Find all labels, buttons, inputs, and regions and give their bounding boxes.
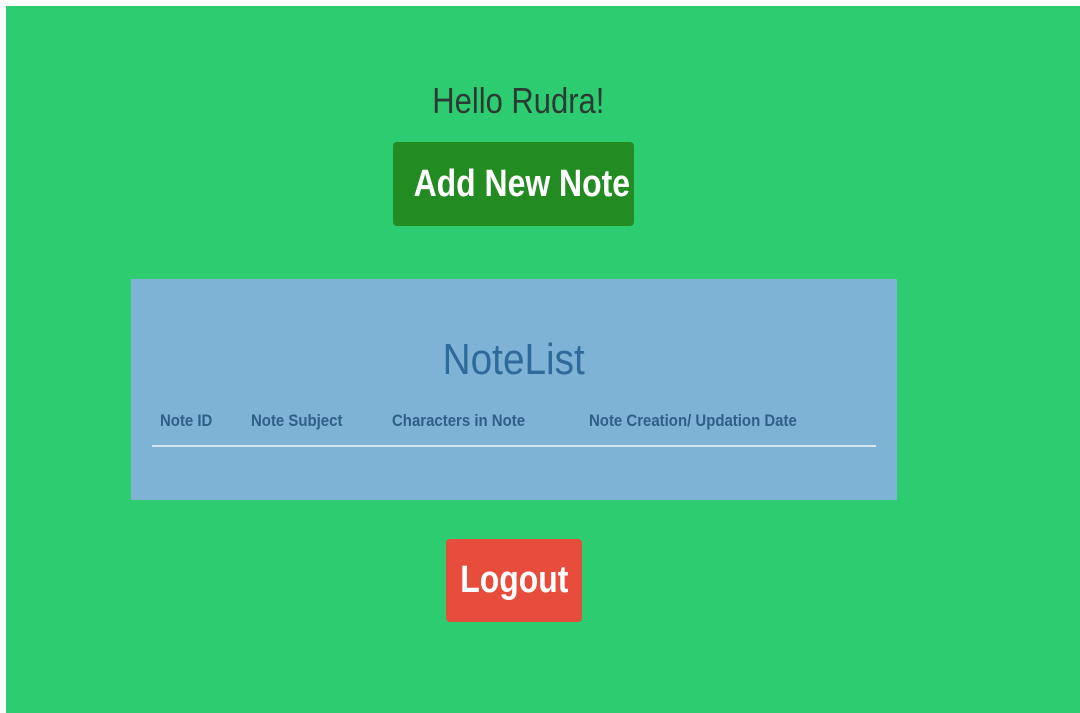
- add-new-note-label: Add New Note: [413, 163, 630, 205]
- note-list-title: NoteList: [131, 335, 897, 385]
- add-new-note-button[interactable]: Add New Note: [393, 142, 634, 226]
- logout-button[interactable]: Logout: [446, 539, 582, 622]
- note-list-panel: NoteList Note ID Note Subject Characters…: [131, 279, 897, 500]
- note-table: Note ID Note Subject Characters in Note …: [152, 405, 876, 447]
- greeting-text: Hello Rudra!: [432, 80, 605, 121]
- column-header-note-id: Note ID: [160, 411, 213, 430]
- column-header-date: Note Creation/ Updation Date: [589, 411, 797, 430]
- logout-label: Logout: [459, 559, 569, 601]
- note-list-title-text: NoteList: [442, 335, 586, 384]
- column-header-characters: Characters in Note: [392, 411, 526, 430]
- column-header-note-subject: Note Subject: [251, 411, 343, 430]
- page-background: Hello Rudra! Add New Note NoteList Note …: [6, 6, 1080, 713]
